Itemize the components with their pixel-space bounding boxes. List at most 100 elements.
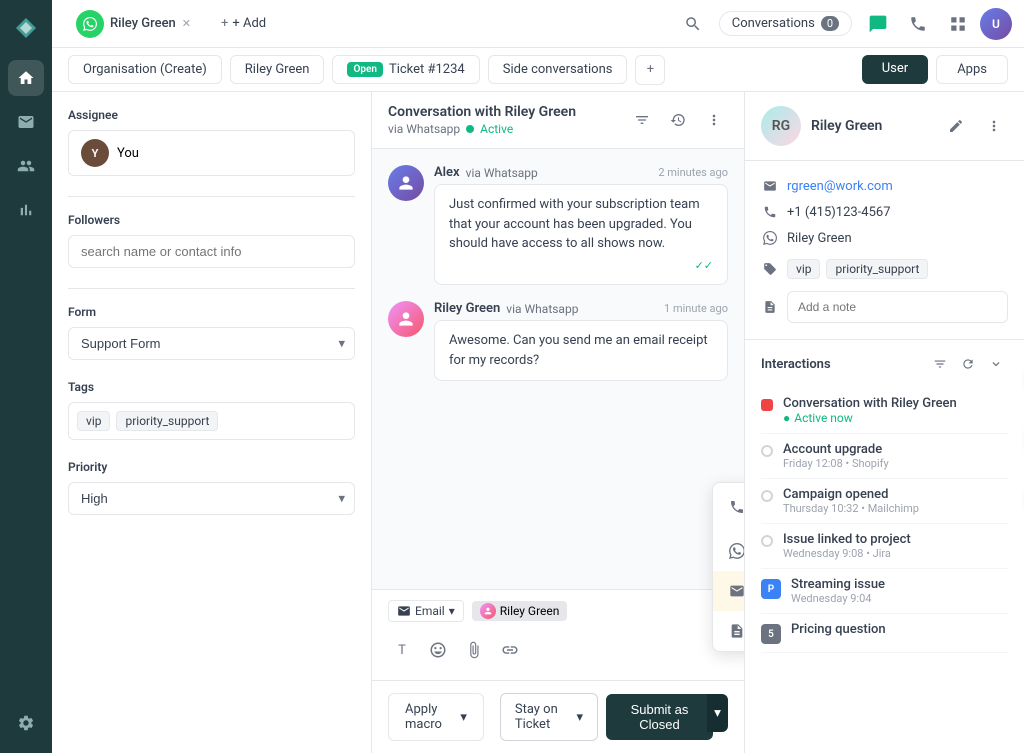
edit-contact-btn[interactable] bbox=[942, 112, 970, 140]
open-badge: Open bbox=[347, 62, 383, 77]
interactions-collapse-icon[interactable] bbox=[984, 352, 1008, 376]
sidebar-item-reports[interactable] bbox=[8, 192, 44, 228]
subtab-user-btn[interactable]: User bbox=[862, 55, 928, 84]
compose-tools: T bbox=[388, 630, 728, 670]
followers-section: Followers bbox=[68, 213, 355, 268]
tag-contact-icon bbox=[761, 260, 779, 278]
msg1-body: Alex via Whatsapp 2 minutes ago Just con… bbox=[434, 165, 728, 285]
priority-select[interactable]: High bbox=[68, 482, 355, 515]
msg1-author: Alex bbox=[434, 165, 460, 180]
search-btn[interactable] bbox=[675, 6, 711, 42]
submit-dropdown-btn[interactable]: ▾ bbox=[707, 694, 728, 732]
int1-active-dot: ● bbox=[783, 411, 790, 425]
topbar-icons: U bbox=[860, 6, 1012, 42]
followers-input[interactable] bbox=[68, 235, 355, 268]
submit-container: Submit as Closed ▾ bbox=[606, 694, 728, 740]
subtab-right: User Apps bbox=[862, 55, 1008, 84]
messages-area: Alex via Whatsapp 2 minutes ago Just con… bbox=[372, 149, 744, 589]
msg1-via: via Whatsapp bbox=[466, 166, 538, 180]
riley-avatar bbox=[388, 301, 424, 337]
int2-sub: Friday 12:08 • Shopify bbox=[783, 457, 1008, 470]
grid-icon-btn[interactable] bbox=[940, 6, 976, 42]
add-tab-btn[interactable]: + + Add bbox=[211, 12, 276, 35]
tags-container[interactable]: vip priority_support bbox=[68, 402, 355, 440]
sidebar-item-contacts[interactable] bbox=[8, 148, 44, 184]
int3-body: Campaign opened Thursday 10:32 • Mailchi… bbox=[783, 487, 1008, 515]
compose-to-name: Riley Green bbox=[500, 604, 560, 618]
interaction-1[interactable]: Conversation with Riley Green ● Active n… bbox=[761, 388, 1008, 434]
int2-body: Account upgrade Friday 12:08 • Shopify bbox=[783, 442, 1008, 470]
interaction-3[interactable]: Campaign opened Thursday 10:32 • Mailchi… bbox=[761, 479, 1008, 524]
int2-dot bbox=[761, 445, 773, 457]
interactions-refresh-icon[interactable] bbox=[956, 352, 980, 376]
phone-icon-btn[interactable] bbox=[900, 6, 936, 42]
add-label: + Add bbox=[232, 16, 266, 31]
subtab-riley[interactable]: Riley Green bbox=[230, 55, 325, 84]
user-avatar[interactable]: U bbox=[980, 8, 1012, 40]
subtab-side-conv[interactable]: Side conversations bbox=[488, 55, 628, 84]
sidebar-item-home[interactable] bbox=[8, 60, 44, 96]
int4-body: Issue linked to project Wednesday 9:08 •… bbox=[783, 532, 1008, 560]
contact-name-tab: Riley Green bbox=[110, 16, 176, 31]
msg1-bubble: Just confirmed with your subscription te… bbox=[434, 184, 728, 285]
subtab-ticket[interactable]: Open Ticket #1234 bbox=[332, 55, 479, 84]
int1-title: Conversation with Riley Green bbox=[783, 396, 1008, 411]
attach-btn[interactable] bbox=[460, 636, 488, 664]
interaction-2[interactable]: Account upgrade Friday 12:08 • Shopify bbox=[761, 434, 1008, 479]
chat-icon-btn[interactable] bbox=[860, 6, 896, 42]
subtab-apps-btn[interactable]: Apps bbox=[936, 55, 1008, 84]
assignee-box[interactable]: Y You bbox=[68, 130, 355, 176]
assignee-avatar: Y bbox=[81, 139, 109, 167]
int5-badge: P bbox=[761, 579, 781, 599]
contact-name: Riley Green bbox=[811, 118, 932, 134]
dropdown-whatsapp[interactable]: Whatsapp bbox=[713, 531, 744, 571]
dropdown-email[interactable]: Email bbox=[713, 571, 744, 611]
more-icon[interactable] bbox=[700, 106, 728, 134]
stay-chevron: ▾ bbox=[576, 710, 583, 725]
submit-closed-btn[interactable]: Submit as Closed bbox=[606, 694, 713, 740]
apply-macro-label: Apply macro bbox=[405, 702, 454, 732]
conv-header-actions bbox=[628, 106, 728, 134]
subtab-side-conv-label: Side conversations bbox=[503, 62, 613, 77]
dropdown-call[interactable]: Call Enter a number bbox=[713, 483, 744, 531]
contact-phone-row: +1 (415)123-4567 bbox=[761, 199, 1008, 225]
int6-badge: 5 bbox=[761, 624, 781, 644]
interactions-filter-icon[interactable] bbox=[928, 352, 952, 376]
compose-top: Email ▾ Riley Green bbox=[388, 600, 728, 622]
contact-initials: RG bbox=[772, 118, 790, 134]
msg2-time: 1 minute ago bbox=[664, 302, 728, 315]
subtab-add-btn[interactable]: + bbox=[635, 55, 665, 85]
msg2-text: Awesome. Can you send me an email receip… bbox=[449, 333, 708, 368]
sidebar-item-settings[interactable] bbox=[8, 705, 44, 741]
subtab-ticket-label: Ticket #1234 bbox=[389, 62, 465, 77]
sidebar-item-inbox[interactable] bbox=[8, 104, 44, 140]
history-icon[interactable] bbox=[664, 106, 692, 134]
filter-icon[interactable] bbox=[628, 106, 656, 134]
subtabs: Organisation (Create) Riley Green Open T… bbox=[52, 48, 1024, 92]
conversations-btn[interactable]: Conversations 0 bbox=[719, 11, 852, 36]
contact-whatsapp: Riley Green bbox=[787, 231, 852, 246]
tab-close-btn[interactable]: ✕ bbox=[182, 17, 191, 30]
followers-label: Followers bbox=[68, 213, 355, 227]
interaction-5[interactable]: P Streaming issue Wednesday 9:04 bbox=[761, 569, 1008, 614]
form-select[interactable]: Support Form bbox=[68, 327, 355, 360]
compose-to-badge[interactable]: Riley Green bbox=[472, 601, 568, 621]
dropdown-internal[interactable]: Internal note bbox=[713, 611, 744, 651]
subtab-org[interactable]: Organisation (Create) bbox=[68, 55, 222, 84]
interaction-6[interactable]: 5 Pricing question bbox=[761, 614, 1008, 653]
more-contact-btn[interactable] bbox=[980, 112, 1008, 140]
interaction-4[interactable]: Issue linked to project Wednesday 9:08 •… bbox=[761, 524, 1008, 569]
compose-to-avatar bbox=[480, 603, 496, 619]
emoji-btn[interactable] bbox=[424, 636, 452, 664]
conv-status: Active bbox=[480, 122, 513, 136]
stay-on-ticket-btn[interactable]: Stay on Ticket ▾ bbox=[500, 693, 598, 741]
note-input[interactable] bbox=[787, 291, 1008, 323]
apply-macro-btn[interactable]: Apply macro ▾ bbox=[388, 693, 484, 741]
text-format-btn[interactable]: T bbox=[388, 636, 416, 664]
tab-whatsapp-contact[interactable]: Riley Green ✕ bbox=[64, 4, 203, 44]
alex-avatar bbox=[388, 165, 424, 201]
conv-subtitle: via Whatsapp Active bbox=[388, 122, 576, 136]
conv-title: Conversation with Riley Green bbox=[388, 104, 576, 120]
link-btn[interactable] bbox=[496, 636, 524, 664]
compose-channel-select[interactable]: Email ▾ bbox=[388, 600, 464, 622]
